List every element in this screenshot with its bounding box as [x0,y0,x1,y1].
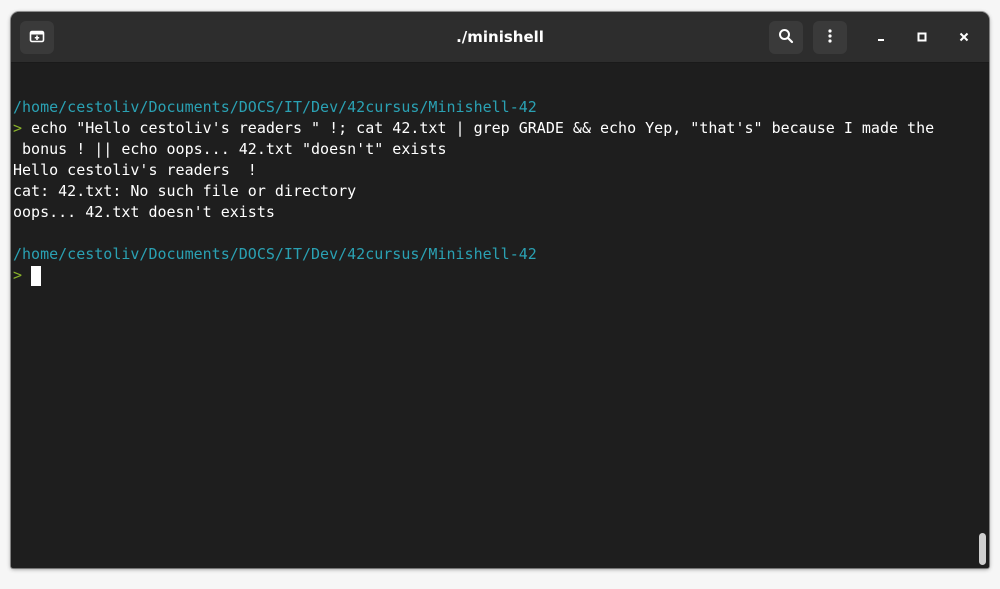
close-button[interactable] [952,25,976,49]
output-line: oops... 42.txt doesn't exists [13,203,275,221]
output-line: Hello cestoliv's readers ! [13,161,257,179]
cwd-path-line: /home/cestoliv/Documents/DOCS/IT/Dev/42c… [13,245,537,263]
titlebar: ./minishell [11,12,989,63]
scrollbar[interactable] [976,63,989,568]
minimize-button[interactable] [869,25,893,49]
maximize-icon [916,28,928,47]
minimize-icon [875,28,887,47]
terminal-output[interactable]: /home/cestoliv/Documents/DOCS/IT/Dev/42c… [11,63,976,568]
menu-button[interactable] [813,21,847,54]
cwd-path-line: /home/cestoliv/Documents/DOCS/IT/Dev/42c… [13,98,537,116]
maximize-button[interactable] [910,25,934,49]
search-icon [778,28,794,48]
kebab-menu-icon [822,28,838,48]
prompt-symbol: > [13,119,23,137]
command-line: > echo "Hello cestoliv's readers " !; ca… [13,118,934,139]
output-line: cat: 42.txt: No such file or directory [13,182,357,200]
terminal-window: ./minishell /home/cestoliv/Documents/DOC… [11,12,989,568]
close-icon [958,28,970,47]
new-tab-icon [29,28,45,48]
search-button[interactable] [769,21,803,54]
command-text: echo "Hello cestoliv's readers " !; cat … [22,119,935,137]
scrollbar-thumb[interactable] [979,533,986,565]
text-cursor [31,265,42,286]
prompt-line[interactable]: > [13,265,42,286]
prompt-symbol: > [13,266,23,284]
new-tab-button[interactable] [20,21,54,54]
output-line: bonus ! || echo oops... 42.txt "doesn't"… [13,140,447,158]
